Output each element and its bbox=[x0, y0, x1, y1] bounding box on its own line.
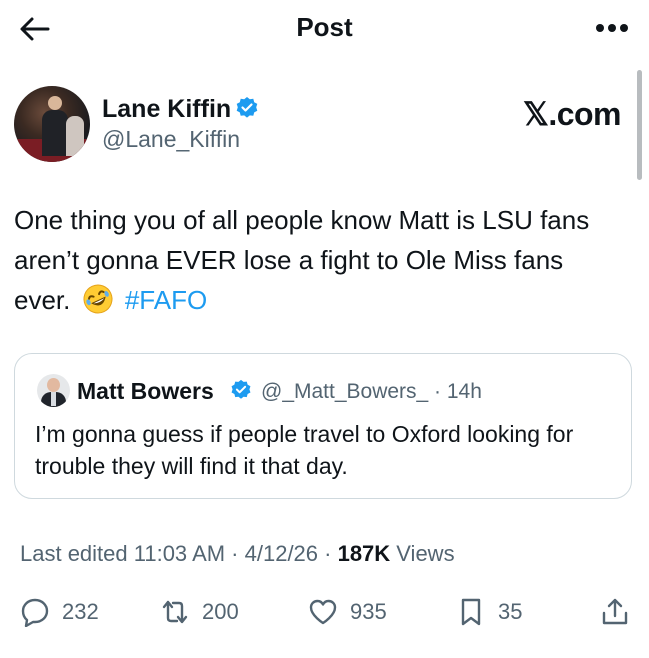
page-title: Post bbox=[296, 12, 353, 42]
reply-count: 232 bbox=[62, 599, 99, 624]
tweet-text: One thing you of all people know Matt is… bbox=[14, 200, 624, 320]
quoted-handle-time[interactable]: @_Matt_Bowers_ · 14h bbox=[261, 380, 482, 404]
more-options-icon[interactable] bbox=[595, 20, 629, 36]
repost-count: 200 bbox=[202, 599, 239, 624]
scrollbar[interactable] bbox=[637, 70, 642, 180]
quoted-author-name[interactable]: Matt Bowers bbox=[77, 378, 214, 405]
reply-button[interactable]: 232 bbox=[20, 596, 99, 628]
quoted-author-avatar[interactable] bbox=[37, 374, 70, 407]
verified-badge-icon bbox=[236, 97, 258, 118]
repost-button[interactable]: 200 bbox=[160, 596, 239, 628]
bookmark-count: 35 bbox=[498, 599, 523, 624]
quoted-verified-badge-icon bbox=[231, 379, 251, 399]
author-name[interactable]: Lane Kiffin bbox=[102, 95, 231, 124]
bookmark-icon bbox=[461, 598, 481, 626]
views-count: 187K bbox=[337, 541, 391, 566]
like-count: 935 bbox=[350, 599, 387, 624]
views-label: Views bbox=[390, 541, 455, 566]
x-watermark: 𝕏.com bbox=[523, 96, 621, 132]
share-button[interactable] bbox=[600, 596, 642, 628]
heart-icon bbox=[309, 599, 337, 625]
share-icon bbox=[602, 598, 628, 625]
quoted-post-card[interactable]: Matt Bowers @_Matt_Bowers_ · 14h I’m gon… bbox=[14, 353, 632, 499]
hashtag-link[interactable]: #FAFO bbox=[125, 285, 207, 315]
quoted-post-text: I’m gonna guess if people travel to Oxfo… bbox=[35, 421, 574, 479]
bookmark-button[interactable]: 35 bbox=[456, 596, 522, 628]
post-meta: Last edited 11:03 AM · 4/12/26 · 187K Vi… bbox=[20, 541, 455, 567]
repost-icon bbox=[162, 600, 188, 624]
edited-timestamp[interactable]: Last edited 11:03 AM · 4/12/26 · bbox=[20, 541, 338, 566]
author-avatar[interactable] bbox=[14, 86, 90, 162]
reply-icon bbox=[21, 598, 49, 627]
like-button[interactable]: 935 bbox=[308, 596, 387, 628]
author-handle[interactable]: @Lane_Kiffin bbox=[102, 126, 240, 153]
rofl-emoji-icon bbox=[83, 284, 113, 314]
